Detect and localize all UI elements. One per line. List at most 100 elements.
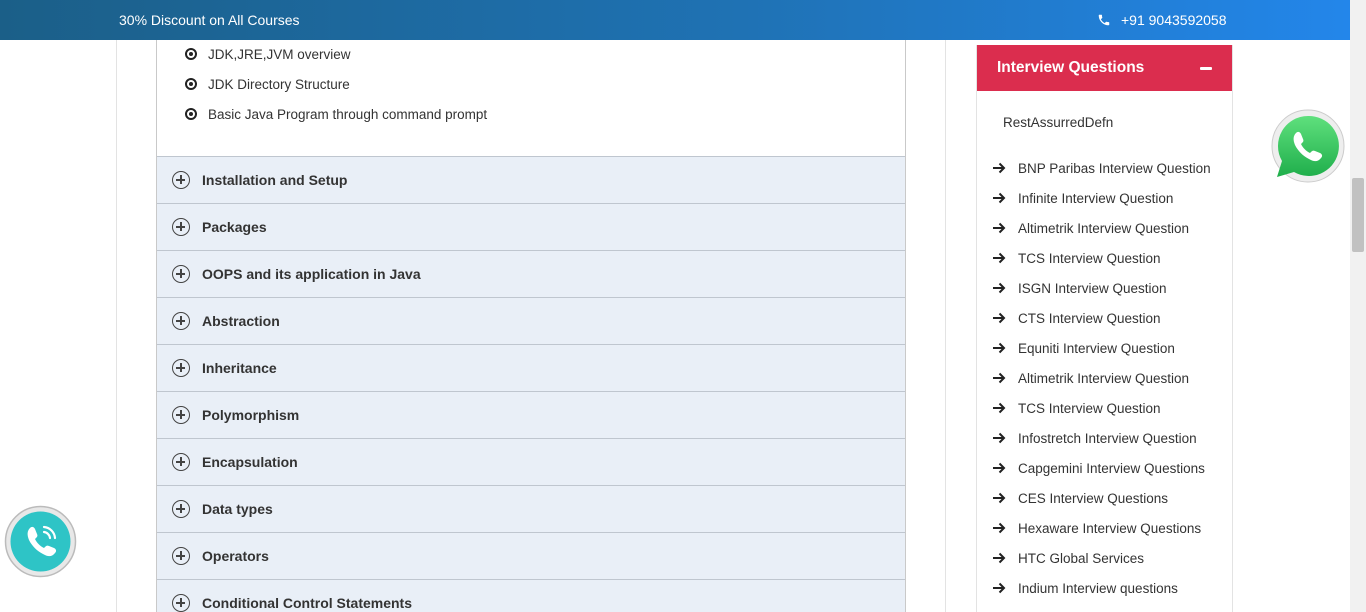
sidebar-link-item[interactable]: Altimetrik Interview Question <box>977 363 1232 393</box>
sidebar-link-item[interactable]: CES Interview Questions <box>977 483 1232 513</box>
accordion-section-title: Encapsulation <box>202 454 298 470</box>
minus-icon[interactable] <box>1200 66 1212 70</box>
plus-circle-icon[interactable] <box>172 500 190 518</box>
accordion-section[interactable]: Abstraction <box>157 297 905 344</box>
page-scrollbar[interactable] <box>1350 0 1366 612</box>
scrollbar-thumb[interactable] <box>1352 178 1364 252</box>
sidebar-link-label: CES Interview Questions <box>1018 490 1169 506</box>
arrow-right-icon <box>993 582 1006 594</box>
sidebar-link-label: Capgemini Interview Questions <box>1018 460 1205 476</box>
plus-circle-icon[interactable] <box>172 359 190 377</box>
plus-circle-icon[interactable] <box>172 453 190 471</box>
sidebar-link-list: BNP Paribas Interview Question Infinite I… <box>977 153 1232 603</box>
accordion-section[interactable]: OOPS and its application in Java <box>157 250 905 297</box>
accordion-section-title: Abstraction <box>202 313 280 329</box>
open-section-item-label: JDK,JRE,JVM overview <box>208 46 351 62</box>
open-section-list: JDK,JRE,JVM overview JDK Directory Struct… <box>185 39 487 129</box>
sidebar-first-item[interactable]: RestAssurredDefn <box>977 91 1232 153</box>
phone-number: +91 9043592058 <box>1121 12 1227 28</box>
accordion-section[interactable]: Data types <box>157 485 905 532</box>
plus-circle-icon[interactable] <box>172 547 190 565</box>
accordion-section[interactable]: Polymorphism <box>157 391 905 438</box>
sidebar-link-label: Hexaware Interview Questions <box>1018 520 1202 536</box>
sidebar-link-label: Equniti Interview Question <box>1018 340 1175 356</box>
sidebar-link-item[interactable]: TCS Interview Question <box>977 243 1232 273</box>
accordion-section[interactable]: Installation and Setup <box>157 156 905 203</box>
arrow-right-icon <box>993 252 1006 264</box>
open-section-item: JDK,JRE,JVM overview <box>185 39 487 69</box>
sidebar-link-label: Infostretch Interview Question <box>1018 430 1197 446</box>
accordion-section-title: OOPS and its application in Java <box>202 266 421 282</box>
accordion-section-title: Polymorphism <box>202 407 300 423</box>
arrow-right-icon <box>993 342 1006 354</box>
accordion-section[interactable]: Encapsulation <box>157 438 905 485</box>
sidebar-title: Interview Questions <box>997 59 1145 76</box>
sidebar-link-item[interactable]: HTC Global Services <box>977 543 1232 573</box>
sidebar-header[interactable]: Interview Questions <box>977 45 1232 91</box>
plus-circle-icon[interactable] <box>172 171 190 189</box>
accordion-section-title: Data types <box>202 501 273 517</box>
accordion-section[interactable]: Operators <box>157 532 905 579</box>
sidebar-link-label: CTS Interview Question <box>1018 310 1161 326</box>
sidebar-link-label: TCS Interview Question <box>1018 250 1161 266</box>
accordion-section[interactable]: Inheritance <box>157 344 905 391</box>
accordion-section-title: Packages <box>202 219 267 235</box>
radio-bullet-icon <box>185 108 197 120</box>
arrow-right-icon <box>993 162 1006 174</box>
arrow-right-icon <box>993 432 1006 444</box>
radio-bullet-icon <box>185 48 197 60</box>
phone-icon <box>1098 14 1110 26</box>
accordion-section-title: Operators <box>202 548 269 564</box>
sidebar-link-item[interactable]: Capgemini Interview Questions <box>977 453 1232 483</box>
sidebar-link-item[interactable]: BNP Paribas Interview Question <box>977 153 1232 183</box>
whatsapp-icon[interactable] <box>1268 108 1348 188</box>
arrow-right-icon <box>993 492 1006 504</box>
sidebar-link-label: BNP Paribas Interview Question <box>1018 160 1211 176</box>
plus-circle-icon[interactable] <box>172 312 190 330</box>
plus-circle-icon[interactable] <box>172 406 190 424</box>
arrow-right-icon <box>993 522 1006 534</box>
sidebar-link-item[interactable]: CTS Interview Question <box>977 303 1232 333</box>
phone-contact[interactable]: +91 9043592058 <box>1097 12 1227 28</box>
sidebar-link-item[interactable]: Altimetrik Interview Question <box>977 213 1232 243</box>
interview-questions-sidebar: Interview Questions RestAssurredDefn BNP… <box>976 45 1233 612</box>
accordion-list: Installation and Setup Packages OOPS and i… <box>157 156 905 612</box>
plus-circle-icon[interactable] <box>172 218 190 236</box>
sidebar-link-item[interactable]: Infinite Interview Question <box>977 183 1232 213</box>
course-curriculum: JDK,JRE,JVM overview JDK Directory Struct… <box>156 40 906 612</box>
sidebar-link-label: HTC Global Services <box>1018 550 1145 566</box>
accordion-section[interactable]: Packages <box>157 203 905 250</box>
sidebar-link-item[interactable]: Indium Interview questions <box>977 573 1232 603</box>
promo-text[interactable]: 30% Discount on All Courses <box>119 12 300 28</box>
sidebar-link-item[interactable]: Hexaware Interview Questions <box>977 513 1232 543</box>
open-section-item-label: JDK Directory Structure <box>208 76 350 92</box>
sidebar-link-item[interactable]: ISGN Interview Question <box>977 273 1232 303</box>
open-section-item: JDK Directory Structure <box>185 69 487 99</box>
arrow-right-icon <box>993 552 1006 564</box>
sidebar-link-item[interactable]: Equniti Interview Question <box>977 333 1232 363</box>
sidebar-link-item[interactable]: Infostretch Interview Question <box>977 423 1232 453</box>
arrow-right-icon <box>993 222 1006 234</box>
arrow-right-icon <box>993 312 1006 324</box>
radio-bullet-icon <box>185 78 197 90</box>
call-icon[interactable] <box>4 505 77 578</box>
arrow-right-icon <box>993 282 1006 294</box>
sidebar-link-label: Infinite Interview Question <box>1018 190 1174 206</box>
accordion-section[interactable]: Conditional Control Statements <box>157 579 905 612</box>
arrow-right-icon <box>993 402 1006 414</box>
sidebar-link-label: Altimetrik Interview Question <box>1018 370 1190 386</box>
open-section-panel: JDK,JRE,JVM overview JDK Directory Struct… <box>157 40 905 156</box>
sidebar-link-label: Indium Interview questions <box>1018 580 1178 596</box>
open-section-item-label: Basic Java Program through command promp… <box>208 106 488 122</box>
top-bar: 30% Discount on All Courses +91 90435920… <box>0 0 1350 40</box>
arrow-right-icon <box>993 462 1006 474</box>
sidebar-link-label: ISGN Interview Question <box>1018 280 1167 296</box>
plus-circle-icon[interactable] <box>172 265 190 283</box>
sidebar-link-item[interactable]: TCS Interview Question <box>977 393 1232 423</box>
accordion-section-title: Conditional Control Statements <box>202 595 412 611</box>
plus-circle-icon[interactable] <box>172 594 190 612</box>
accordion-section-title: Inheritance <box>202 360 277 376</box>
open-section-item: Basic Java Program through command promp… <box>185 99 487 129</box>
sidebar-link-label: Altimetrik Interview Question <box>1018 220 1190 236</box>
sidebar-link-label: TCS Interview Question <box>1018 400 1161 416</box>
